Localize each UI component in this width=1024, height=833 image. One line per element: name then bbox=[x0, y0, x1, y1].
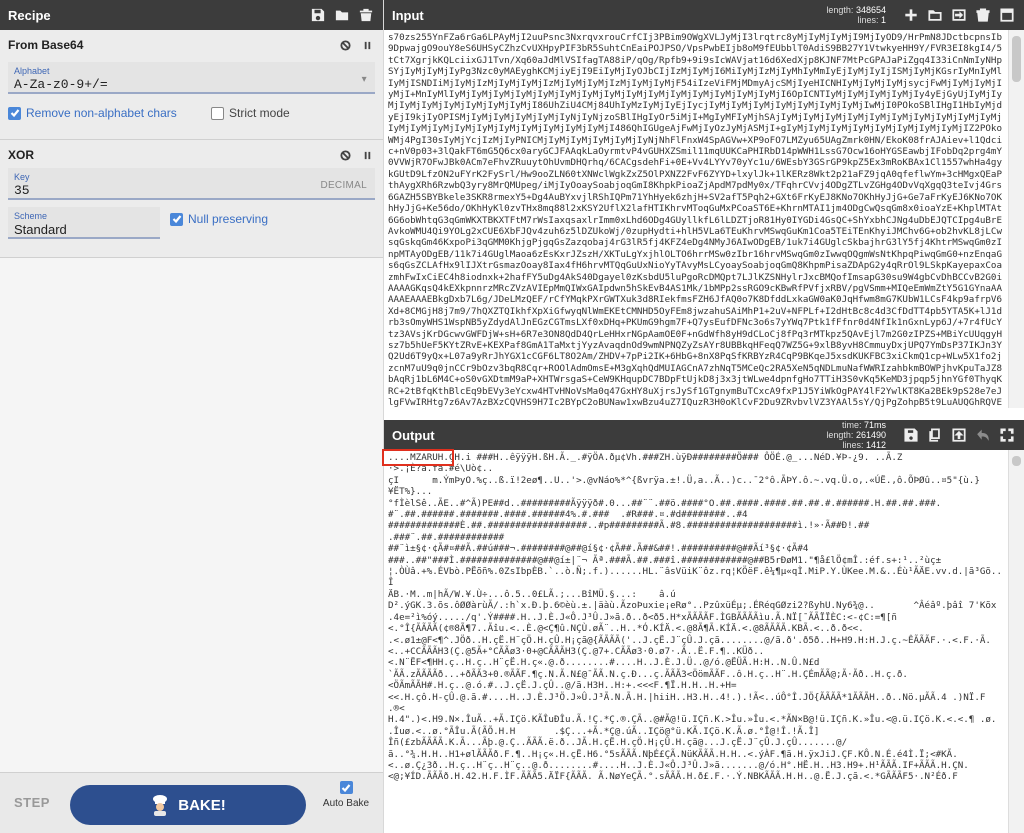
alphabet-value: A-Za-z0-9+/= bbox=[14, 77, 108, 92]
output-textarea[interactable]: ....MZARUH.ÇH.i ###H..êÿÿÿH.ßH.Ã._.#ÿÖA.… bbox=[384, 450, 1008, 833]
checkbox-unchecked-icon bbox=[211, 106, 224, 120]
operation-name: From Base64 bbox=[8, 38, 84, 52]
disable-icon bbox=[339, 149, 351, 161]
pause-icon bbox=[364, 151, 370, 159]
save-recipe-button[interactable] bbox=[309, 6, 327, 24]
pause-operation-button[interactable] bbox=[359, 37, 375, 53]
output-scrollbar-thumb[interactable] bbox=[1012, 456, 1021, 466]
alphabet-field[interactable]: Alphabet A-Za-z0-9+/= ▾ bbox=[8, 62, 375, 94]
recipe-panel: Recipe From Base64 Alphabet A-Za-z0-9+/=… bbox=[0, 0, 384, 833]
checkbox-checked-icon bbox=[8, 106, 21, 120]
dropdown-caret-icon[interactable]: ▾ bbox=[362, 74, 367, 85]
operation-xor: XOR Key 35 DECIMAL Scheme Standard Null … bbox=[0, 140, 383, 258]
input-lines: 1 bbox=[880, 15, 886, 25]
output-scrollbar[interactable] bbox=[1008, 450, 1024, 833]
input-textarea[interactable]: s70zs255YnFZa6rGa6LPAyMjI2uuPsnc3Nxrqvxr… bbox=[384, 30, 1008, 408]
trash-icon bbox=[976, 8, 990, 22]
load-recipe-button[interactable] bbox=[333, 6, 351, 24]
step-button[interactable]: STEP bbox=[14, 795, 50, 810]
operation-from-base64: From Base64 Alphabet A-Za-z0-9+/= ▾ Remo… bbox=[0, 30, 383, 140]
maximise-output-button[interactable] bbox=[998, 426, 1016, 444]
maximise-icon bbox=[1000, 428, 1014, 442]
null-preserving-checkbox[interactable]: Null preserving bbox=[170, 212, 268, 226]
pause-operation-button[interactable] bbox=[359, 147, 375, 163]
input-header: Input length: 348654 lines: 1 bbox=[384, 0, 1024, 30]
replace-input-button[interactable] bbox=[950, 426, 968, 444]
disable-operation-button[interactable] bbox=[337, 147, 353, 163]
key-field[interactable]: Key 35 DECIMAL bbox=[8, 168, 375, 200]
disable-icon bbox=[339, 39, 351, 51]
highlight-box bbox=[382, 449, 454, 466]
open-file-button[interactable] bbox=[950, 6, 968, 24]
input-length: 348654 bbox=[855, 5, 886, 15]
plus-icon bbox=[905, 9, 917, 21]
save-output-button[interactable] bbox=[902, 426, 920, 444]
reset-layout-button[interactable] bbox=[998, 6, 1016, 24]
key-format-dropdown[interactable]: DECIMAL bbox=[320, 180, 367, 191]
operation-name: XOR bbox=[8, 148, 35, 162]
alphabet-label: Alphabet bbox=[14, 66, 50, 76]
strict-mode-checkbox[interactable]: Strict mode bbox=[211, 106, 290, 120]
key-value: 35 bbox=[14, 183, 30, 198]
chef-icon bbox=[153, 795, 168, 816]
folder-icon bbox=[928, 10, 942, 21]
controls-bar: STEP BAKE! Auto Bake bbox=[0, 772, 383, 833]
recipe-header: Recipe bbox=[0, 0, 383, 30]
undo-button[interactable] bbox=[974, 426, 992, 444]
recipe-title: Recipe bbox=[8, 7, 51, 23]
trash-icon bbox=[359, 8, 373, 22]
save-icon bbox=[904, 428, 918, 442]
save-icon bbox=[311, 8, 325, 22]
scheme-label: Scheme bbox=[14, 211, 48, 221]
checkbox-checked-icon bbox=[170, 212, 183, 226]
clear-input-button[interactable] bbox=[974, 6, 992, 24]
clear-recipe-button[interactable] bbox=[357, 6, 375, 24]
output-title: Output bbox=[392, 427, 435, 443]
input-scrollbar-thumb[interactable] bbox=[1012, 36, 1021, 82]
auto-bake-checkbox[interactable]: Auto Bake bbox=[318, 781, 374, 809]
output-header: Output time: 71ms length: 261490 lines: … bbox=[384, 420, 1024, 450]
copy-icon bbox=[929, 428, 940, 442]
layout-icon bbox=[1000, 8, 1014, 22]
output-lines: 1412 bbox=[865, 440, 886, 450]
folder-icon bbox=[335, 10, 349, 21]
file-import-icon bbox=[952, 9, 966, 21]
output-length: 261490 bbox=[855, 430, 886, 440]
open-folder-button[interactable] bbox=[926, 6, 944, 24]
bake-button[interactable]: BAKE! bbox=[70, 785, 306, 825]
remove-non-alphabet-checkbox[interactable]: Remove non-alphabet chars bbox=[8, 106, 211, 120]
key-label: Key bbox=[14, 172, 30, 182]
copy-output-button[interactable] bbox=[926, 426, 944, 444]
input-scrollbar[interactable] bbox=[1008, 30, 1024, 408]
input-stats: length: 348654 lines: 1 bbox=[826, 5, 886, 25]
add-input-tab-button[interactable] bbox=[902, 6, 920, 24]
output-stats: time: 71ms length: 261490 lines: 1412 bbox=[826, 420, 886, 450]
output-time: 71ms bbox=[863, 420, 886, 430]
scheme-value: Standard bbox=[14, 222, 67, 237]
disable-operation-button[interactable] bbox=[337, 37, 353, 53]
move-to-input-icon bbox=[952, 428, 966, 442]
input-title: Input bbox=[392, 7, 424, 23]
scheme-field[interactable]: Scheme Standard bbox=[8, 207, 160, 239]
pause-icon bbox=[364, 41, 370, 49]
undo-icon bbox=[977, 429, 989, 441]
checkbox-checked-icon bbox=[339, 781, 353, 794]
